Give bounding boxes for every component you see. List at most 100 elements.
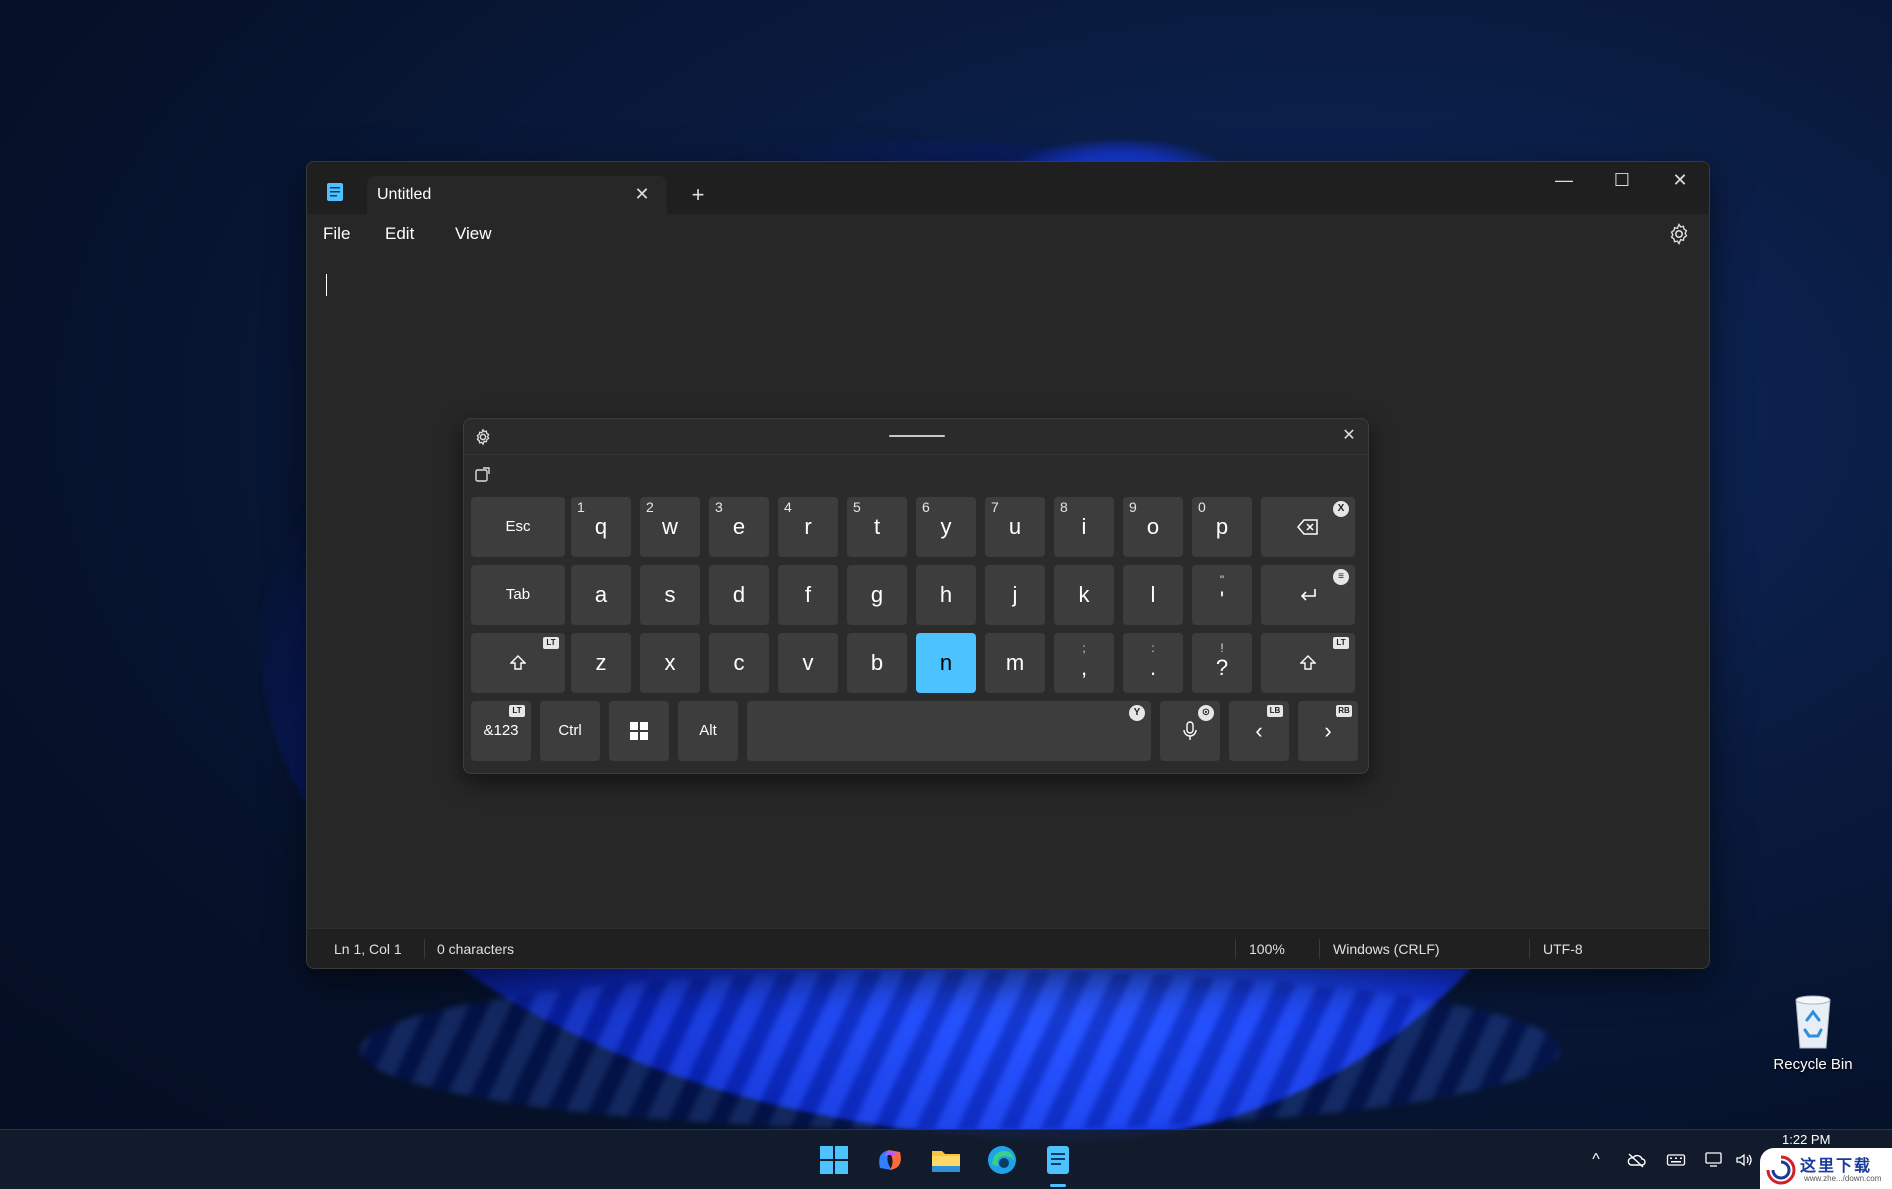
- key-question[interactable]: !?: [1192, 633, 1252, 693]
- new-tab-button[interactable]: +: [683, 182, 713, 208]
- key-left-arrow[interactable]: ‹ LB: [1229, 701, 1289, 761]
- key-c[interactable]: c: [709, 633, 769, 693]
- key-l[interactable]: l: [1123, 565, 1183, 625]
- key-m[interactable]: m: [985, 633, 1045, 693]
- key-esc[interactable]: Esc: [471, 497, 565, 557]
- status-zoom[interactable]: 100%: [1249, 941, 1285, 957]
- key-right-arrow[interactable]: › RB: [1298, 701, 1358, 761]
- key-windows[interactable]: [609, 701, 669, 761]
- keyboard-close-icon[interactable]: ✕: [1338, 425, 1360, 447]
- key-s[interactable]: s: [640, 565, 700, 625]
- tab-close-icon[interactable]: ✕: [631, 183, 653, 205]
- key-e[interactable]: 3e: [709, 497, 769, 557]
- maximize-button[interactable]: ☐: [1593, 162, 1651, 198]
- key-q[interactable]: 1q: [571, 497, 631, 557]
- edge-browser-icon[interactable]: [984, 1142, 1020, 1178]
- key-i[interactable]: 8i: [1054, 497, 1114, 557]
- title-bar[interactable]: Untitled ✕ + — ☐ ✕: [307, 162, 1709, 214]
- key-symbols[interactable]: &123 LT: [471, 701, 531, 761]
- key-y[interactable]: 6y: [916, 497, 976, 557]
- key-shift-right[interactable]: LT: [1261, 633, 1355, 693]
- keyboard-drag-bar[interactable]: ✕: [464, 419, 1368, 455]
- key-enter[interactable]: ≡: [1261, 565, 1355, 625]
- keyboard-tray-icon[interactable]: [1666, 1150, 1686, 1170]
- start-button-icon[interactable]: [816, 1142, 852, 1178]
- watermark-logo-icon: [1766, 1155, 1796, 1185]
- key-period[interactable]: :.: [1123, 633, 1183, 693]
- key-t[interactable]: 5t: [847, 497, 907, 557]
- taskbar-clock[interactable]: 1:22 PM: [1782, 1132, 1830, 1147]
- key-p[interactable]: 0p: [1192, 497, 1252, 557]
- key-w[interactable]: 2w: [640, 497, 700, 557]
- key-j[interactable]: j: [985, 565, 1045, 625]
- key-tab[interactable]: Tab: [471, 565, 565, 625]
- gamepad-hint-badge: LT: [543, 637, 559, 649]
- key-o[interactable]: 9o: [1123, 497, 1183, 557]
- keyboard-drag-handle[interactable]: [889, 435, 945, 437]
- key-label: Tab: [505, 586, 531, 603]
- tab-title: Untitled: [377, 186, 432, 203]
- status-line-col[interactable]: Ln 1, Col 1: [334, 941, 402, 957]
- wallpaper-swirl: [360, 970, 1560, 1130]
- key-apostrophe[interactable]: " ': [1192, 565, 1252, 625]
- key-a[interactable]: a: [571, 565, 631, 625]
- gamepad-hint-badge: X: [1333, 501, 1349, 517]
- menu-view[interactable]: View: [449, 222, 498, 246]
- key-r[interactable]: 4r: [778, 497, 838, 557]
- key-microphone[interactable]: ⊙: [1160, 701, 1220, 761]
- status-line-endings[interactable]: Windows (CRLF): [1333, 941, 1440, 957]
- key-label: x: [664, 650, 676, 675]
- menu-file[interactable]: File: [317, 222, 356, 246]
- key-number-hint: 9: [1129, 499, 1137, 515]
- key-n[interactable]: n: [916, 633, 976, 693]
- key-x[interactable]: x: [640, 633, 700, 693]
- onedrive-cloud-icon[interactable]: [1626, 1150, 1646, 1170]
- status-char-count: 0 characters: [437, 941, 515, 957]
- menu-edit[interactable]: Edit: [379, 222, 420, 246]
- notepad-taskbar-icon[interactable]: [1040, 1142, 1076, 1178]
- key-space[interactable]: Y: [747, 701, 1151, 761]
- windows-logo-icon: [630, 722, 648, 740]
- tab-untitled[interactable]: Untitled ✕: [367, 176, 667, 214]
- key-shift-left[interactable]: LT: [471, 633, 565, 693]
- key-backspace[interactable]: X: [1261, 497, 1355, 557]
- watermark-subtext: www.zhe.../down.com: [1804, 1174, 1882, 1183]
- clipboard-icon[interactable]: [474, 467, 490, 483]
- key-ctrl[interactable]: Ctrl: [540, 701, 600, 761]
- file-explorer-icon[interactable]: [928, 1142, 964, 1178]
- keyboard-settings-icon[interactable]: [474, 428, 492, 446]
- key-k[interactable]: k: [1054, 565, 1114, 625]
- network-icon[interactable]: [1704, 1150, 1724, 1170]
- key-g[interactable]: g: [847, 565, 907, 625]
- key-label: Ctrl: [558, 722, 582, 739]
- recycle-bin[interactable]: Recycle Bin: [1768, 990, 1858, 1073]
- gamepad-hint-badge: ⊙: [1198, 705, 1214, 721]
- key-label: ,: [1080, 655, 1088, 680]
- recycle-bin-label: Recycle Bin: [1773, 1056, 1853, 1073]
- key-f[interactable]: f: [778, 565, 838, 625]
- key-alt[interactable]: Alt: [678, 701, 738, 761]
- key-v[interactable]: v: [778, 633, 838, 693]
- key-label: .: [1149, 655, 1157, 680]
- copilot-icon[interactable]: [872, 1142, 908, 1178]
- key-number-hint: 8: [1060, 499, 1068, 515]
- key-comma[interactable]: ;,: [1054, 633, 1114, 693]
- status-encoding[interactable]: UTF-8: [1543, 941, 1583, 957]
- key-u[interactable]: 7u: [985, 497, 1045, 557]
- minimize-button[interactable]: —: [1535, 162, 1593, 198]
- key-d[interactable]: d: [709, 565, 769, 625]
- settings-gear-icon[interactable]: [1667, 222, 1691, 246]
- key-b[interactable]: b: [847, 633, 907, 693]
- key-number-hint: 0: [1198, 499, 1206, 515]
- key-z[interactable]: z: [571, 633, 631, 693]
- tray-chevron-icon[interactable]: ^: [1586, 1150, 1606, 1170]
- key-label: e: [732, 514, 746, 539]
- volume-icon[interactable]: [1734, 1150, 1754, 1170]
- close-button[interactable]: ✕: [1651, 162, 1709, 198]
- key-label: ': [1219, 587, 1225, 612]
- key-alt-label: ;: [1082, 641, 1086, 655]
- gamepad-hint-badge: Y: [1129, 705, 1145, 721]
- status-separator: [1529, 939, 1530, 959]
- key-label: c: [733, 650, 745, 675]
- key-h[interactable]: h: [916, 565, 976, 625]
